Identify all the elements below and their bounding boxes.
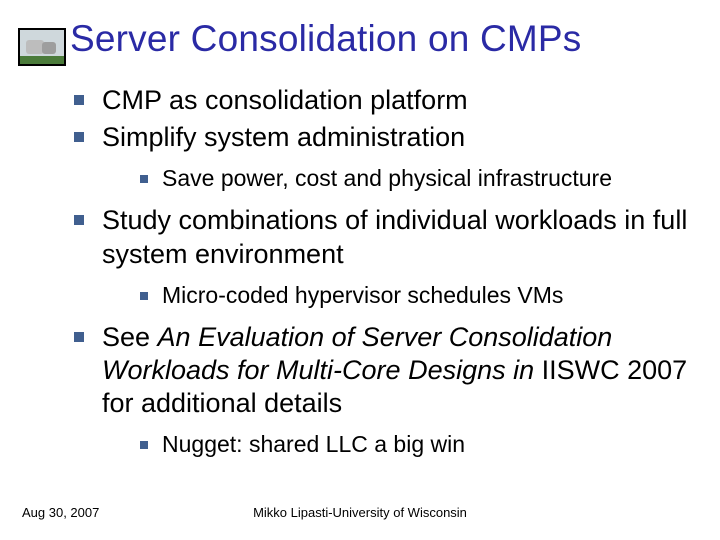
ref-pre: See xyxy=(102,322,158,352)
bullet-see-reference: See An Evaluation of Server Consolidatio… xyxy=(68,321,692,461)
slide-title: Server Consolidation on CMPs xyxy=(70,18,710,60)
footer-attribution: Mikko Lipasti-University of Wisconsin xyxy=(0,505,720,520)
sub-bullet-save-power: Save power, cost and physical infrastruc… xyxy=(102,164,692,194)
logo-cows xyxy=(18,28,66,66)
bullet-text: Save power, cost and physical infrastruc… xyxy=(162,165,612,191)
sub-bullet-hypervisor: Micro-coded hypervisor schedules VMs xyxy=(102,281,692,311)
bullet-simplify-admin: Simplify system administration Save powe… xyxy=(68,121,692,194)
bullet-text: Nugget: shared LLC a big win xyxy=(162,431,465,457)
slide-content: CMP as consolidation platform Simplify s… xyxy=(68,84,692,470)
bullet-text: Study combinations of individual workloa… xyxy=(102,205,687,268)
sub-bullet-nugget: Nugget: shared LLC a big win xyxy=(102,430,692,460)
bullet-text: Micro-coded hypervisor schedules VMs xyxy=(162,282,563,308)
bullet-study-workloads: Study combinations of individual workloa… xyxy=(68,204,692,310)
bullet-text: Simplify system administration xyxy=(102,122,465,152)
slide: Server Consolidation on CMPs CMP as cons… xyxy=(0,0,720,540)
bullet-text: CMP as consolidation platform xyxy=(102,85,468,115)
bullet-cmp-platform: CMP as consolidation platform xyxy=(68,84,692,117)
